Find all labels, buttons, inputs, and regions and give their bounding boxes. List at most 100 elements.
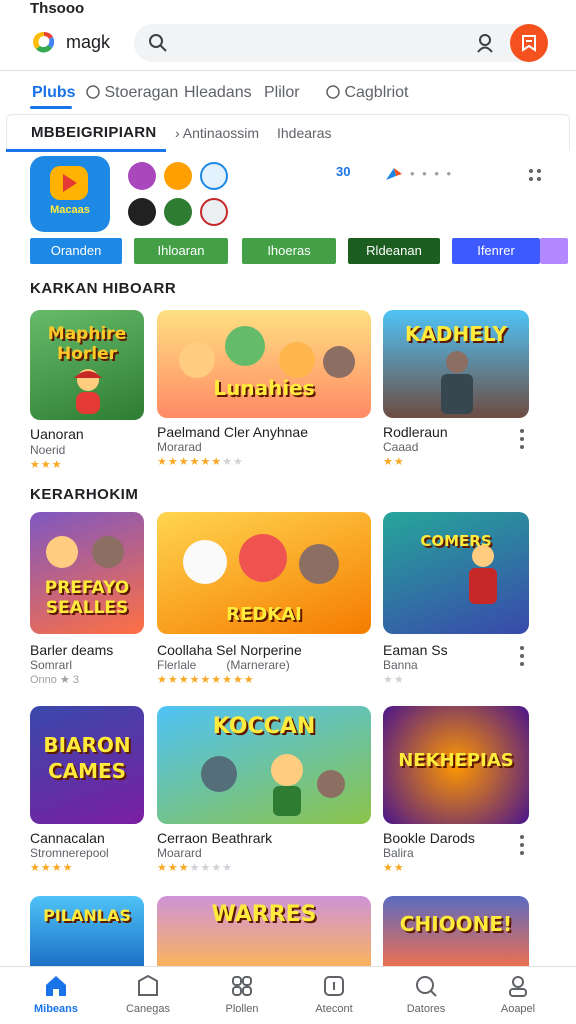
section-title[interactable]: KERARHOKIM bbox=[30, 486, 138, 503]
tab-cagblriot[interactable]: Cagblriot bbox=[326, 84, 408, 102]
game-card[interactable]: COMERS Eaman Ss Banna ★★ bbox=[383, 512, 531, 688]
tab-plubs[interactable]: Plubs bbox=[32, 84, 76, 102]
nav-item-search[interactable]: Datores bbox=[386, 973, 466, 1023]
tab-stoeragan[interactable]: Stoeragan bbox=[86, 84, 178, 102]
rating-stars: ★★★ bbox=[30, 459, 63, 471]
rating-stars: ★★ bbox=[383, 674, 405, 686]
chip[interactable]: Ifenrer bbox=[452, 238, 540, 264]
thumbnail-text: PILANLAS bbox=[43, 906, 131, 925]
subnav-item[interactable]: Ihdearas bbox=[277, 125, 331, 141]
more-vert-icon[interactable] bbox=[518, 834, 526, 856]
tab-bar: Plubs Stoeragan Hleadans Plilor Cagblrio… bbox=[0, 78, 576, 110]
nav-label: Canegas bbox=[125, 1003, 171, 1015]
game-developer: Stromnerepool bbox=[30, 846, 109, 860]
bottom-navigation: Mibeans Canegas Plollen Atecont Datores … bbox=[0, 966, 576, 1024]
game-developer: Balira bbox=[383, 846, 414, 860]
rating-stars: ★★★★★★★★ bbox=[157, 456, 244, 468]
rating-stars: ★★ bbox=[383, 862, 405, 874]
search-icon bbox=[149, 34, 167, 52]
nav-item-profile[interactable]: Aoapel bbox=[478, 973, 558, 1023]
sub-navigation: MBBEIGRIPIARN › Antinaossim Ihdearas bbox=[6, 114, 570, 150]
chip[interactable]: Ihloaran bbox=[134, 238, 228, 264]
featured-app-label: Macaas bbox=[50, 204, 90, 216]
featured-app-icon[interactable]: Macaas bbox=[30, 156, 110, 232]
more-vert-icon[interactable] bbox=[518, 645, 526, 667]
tab-indicator bbox=[30, 106, 72, 109]
game-title: Cerraon Beathrark bbox=[157, 830, 273, 846]
thumbnail-text: PREFAYO SEALLES bbox=[44, 578, 130, 618]
circle-icon bbox=[86, 85, 100, 99]
chip[interactable]: Rldeanan bbox=[348, 238, 440, 264]
subnav-item-label: Antinaossim bbox=[182, 125, 260, 141]
profile-icon bbox=[509, 976, 527, 997]
game-card[interactable]: REDKAI Coollaha Sel Norperine Flerlale (… bbox=[157, 512, 371, 688]
character-icon bbox=[183, 534, 339, 584]
chip[interactable]: Ihoeras bbox=[242, 238, 336, 264]
nav-item-apps[interactable]: Plollen bbox=[202, 973, 282, 1023]
nav-label: Datores bbox=[406, 1003, 446, 1015]
app-shortcut-icon[interactable] bbox=[200, 198, 228, 226]
tab-label: Stoeragan bbox=[104, 84, 179, 101]
app-shortcut-icon[interactable] bbox=[200, 162, 228, 190]
grid-icon[interactable] bbox=[528, 168, 542, 182]
offers-icon bbox=[324, 976, 344, 996]
subnav-indicator bbox=[6, 149, 166, 152]
app-shortcut-icon[interactable] bbox=[164, 162, 192, 190]
spark-icon bbox=[386, 168, 402, 180]
play-icon bbox=[50, 166, 88, 200]
apps-icon bbox=[232, 976, 252, 996]
game-thumbnail: PILANLAS bbox=[30, 896, 144, 976]
game-card[interactable]: KOCCAN Cerraon Beathrark Moarard ★★★★★★★ bbox=[157, 706, 371, 882]
game-developer: Moarard bbox=[157, 846, 202, 860]
game-thumbnail: BIARON CAMES bbox=[30, 706, 144, 824]
thumbnail-text: KADHELY bbox=[404, 322, 508, 346]
top-app-bar: magk bbox=[0, 18, 576, 72]
character-icon bbox=[46, 536, 124, 568]
game-card[interactable]: KADHELY Rodleraun Caaad ★★ bbox=[383, 310, 531, 470]
chip-overflow[interactable] bbox=[540, 238, 568, 264]
game-card[interactable]: BIARON CAMES Cannacalan Stromnerepool ★★… bbox=[30, 706, 144, 882]
game-thumbnail: KADHELY bbox=[383, 310, 529, 418]
badge-count: 30 bbox=[336, 164, 351, 179]
home-icon bbox=[46, 976, 66, 996]
game-card[interactable]: PREFAYO SEALLES Barler deams Somrarl Onn… bbox=[30, 512, 144, 688]
subnav-item[interactable]: › Antinaossim bbox=[175, 125, 259, 141]
search-bar[interactable] bbox=[134, 24, 548, 62]
game-card[interactable]: Maphire Horler Uanoran Noerid ★★★ bbox=[30, 310, 144, 471]
thumbnail-text: NEKHEPIAS bbox=[398, 750, 514, 771]
subnav-title[interactable]: MBBEIGRIPIARN bbox=[31, 124, 157, 141]
game-developer: Noerid bbox=[30, 443, 66, 457]
tab-plilor[interactable]: Plilor bbox=[264, 84, 300, 102]
nav-item-games[interactable]: Canegas bbox=[108, 973, 188, 1023]
section-title[interactable]: KARKAN HIBOARR bbox=[30, 280, 176, 297]
game-title: Cannacalan bbox=[30, 830, 105, 846]
thumbnail-text: BIARON CAMES bbox=[43, 733, 131, 783]
avatar[interactable] bbox=[510, 24, 548, 62]
app-shortcut-icon[interactable] bbox=[164, 198, 192, 226]
game-card[interactable]: Lunahies Paelmand Cler Anyhnae Morarad ★… bbox=[157, 310, 371, 470]
rating-stars: ★★ bbox=[383, 456, 405, 468]
game-thumbnail: NEKHEPIAS bbox=[383, 706, 529, 824]
game-card[interactable]: CHIOONE! bbox=[383, 896, 531, 976]
google-logo-icon bbox=[33, 31, 55, 53]
chip[interactable]: Oranden bbox=[30, 238, 122, 264]
game-card[interactable]: PILANLAS bbox=[30, 896, 144, 976]
nav-item-offers[interactable]: Atecont bbox=[294, 973, 374, 1023]
rating-stars: ★★★★★★★★★ bbox=[157, 674, 255, 686]
more-vert-icon[interactable] bbox=[518, 428, 526, 450]
character-icon bbox=[441, 351, 473, 414]
app-shortcut-icon[interactable] bbox=[128, 198, 156, 226]
circle-icon bbox=[326, 85, 340, 99]
account-icon[interactable] bbox=[474, 32, 496, 54]
game-card[interactable]: NEKHEPIAS Bookle Darods Balira ★★ bbox=[383, 706, 531, 882]
rating-extra: Onno ★ 3 bbox=[30, 674, 80, 686]
game-card[interactable]: WARRES bbox=[157, 896, 371, 976]
tab-hleadans[interactable]: Hleadans bbox=[184, 84, 252, 102]
character-icon bbox=[74, 369, 102, 414]
games-icon bbox=[138, 974, 158, 996]
app-shortcut-icon[interactable] bbox=[128, 162, 156, 190]
game-developer: Banna bbox=[383, 658, 418, 672]
nav-item-home[interactable]: Mibeans bbox=[16, 973, 96, 1023]
divider bbox=[0, 70, 576, 71]
brand-name: magk bbox=[66, 32, 111, 52]
